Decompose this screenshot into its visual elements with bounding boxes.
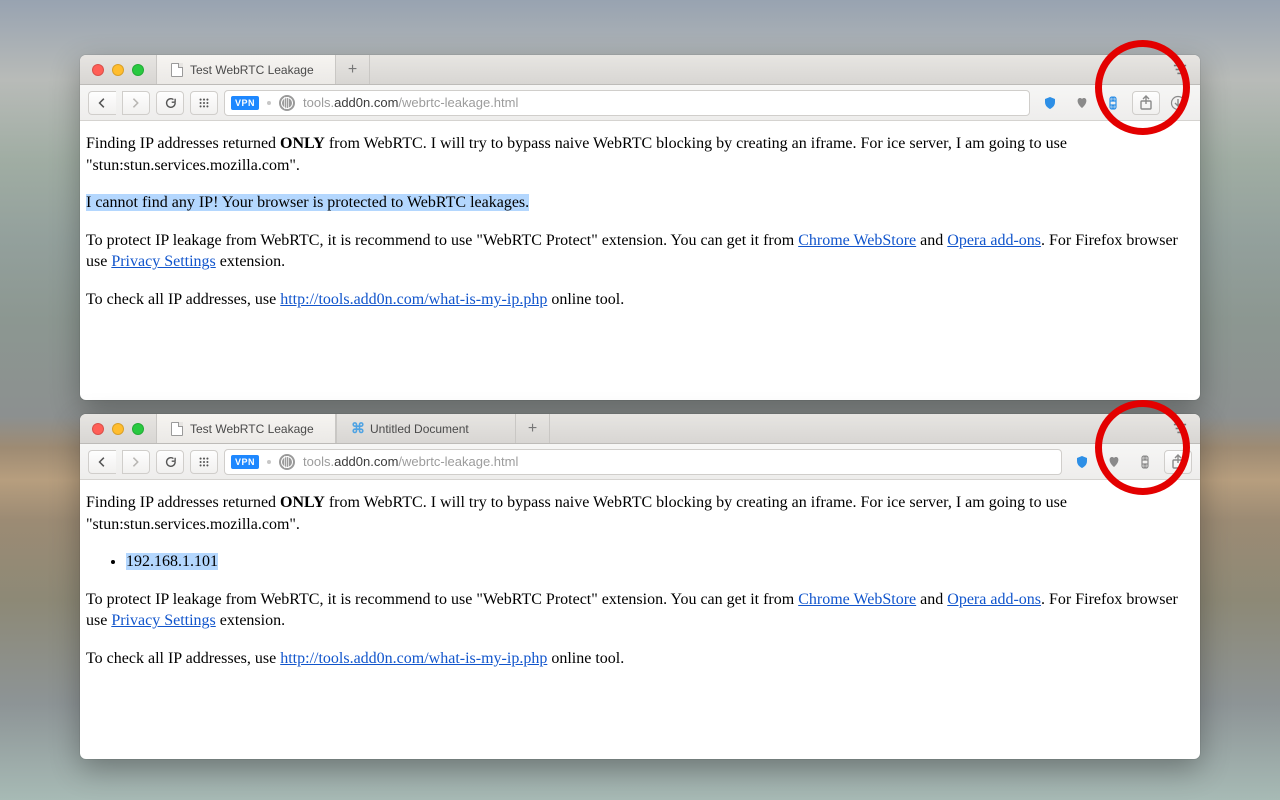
- what-is-my-ip-link[interactable]: http://tools.add0n.com/what-is-my-ip.php: [280, 291, 547, 308]
- protect-paragraph: To protect IP leakage from WebRTC, it is…: [86, 230, 1194, 273]
- window-controls: [80, 414, 156, 443]
- privacy-settings-link[interactable]: Privacy Settings: [111, 612, 215, 629]
- highlighted-ip: 192.168.1.101: [126, 553, 218, 570]
- tab-title: Test WebRTC Leakage: [190, 422, 314, 436]
- ip-list: 192.168.1.101: [110, 551, 1194, 573]
- browser-window-protected: Test WebRTC Leakage + VPN tools.add0n.co…: [80, 55, 1200, 400]
- globe-icon: [279, 95, 295, 111]
- globe-icon: [279, 454, 295, 470]
- ipcheck-paragraph: To check all IP addresses, use http://to…: [86, 648, 1194, 670]
- close-window-button[interactable]: [92, 423, 104, 435]
- result-paragraph: I cannot find any IP! Your browser is pr…: [86, 192, 1194, 214]
- opera-addons-link[interactable]: Opera add-ons: [947, 232, 1041, 249]
- ipcheck-paragraph: To check all IP addresses, use http://to…: [86, 289, 1194, 311]
- bookmark-heart-icon[interactable]: [1100, 450, 1128, 474]
- bookmark-heart-icon[interactable]: [1068, 91, 1096, 115]
- address-bar[interactable]: VPN tools.add0n.com/webrtc-leakage.html: [224, 449, 1062, 475]
- back-button[interactable]: [88, 450, 116, 474]
- separator-dot: [267, 460, 271, 464]
- file-icon: [171, 422, 183, 436]
- highlighted-result: I cannot find any IP! Your browser is pr…: [86, 194, 529, 211]
- tab-menu-button[interactable]: [1166, 414, 1194, 443]
- chrome-webstore-link[interactable]: Chrome WebStore: [798, 232, 916, 249]
- what-is-my-ip-link[interactable]: http://tools.add0n.com/what-is-my-ip.php: [280, 650, 547, 667]
- window-controls: [80, 55, 156, 84]
- share-button[interactable]: [1164, 450, 1192, 474]
- chrome-webstore-link[interactable]: Chrome WebStore: [798, 591, 916, 608]
- address-bar[interactable]: VPN tools.add0n.com/webrtc-leakage.html: [224, 90, 1030, 116]
- url-text: tools.add0n.com/webrtc-leakage.html: [303, 95, 518, 110]
- tab-inactive[interactable]: ⌘ Untitled Document: [336, 414, 516, 443]
- tab-title: Untitled Document: [370, 422, 469, 436]
- speed-dial-button[interactable]: [190, 450, 218, 474]
- toolbar-right-icons: [1068, 450, 1192, 474]
- toolbar: VPN tools.add0n.com/webrtc-leakage.html: [80, 444, 1200, 480]
- zoom-window-button[interactable]: [132, 64, 144, 76]
- intro-paragraph: Finding IP addresses returned ONLY from …: [86, 492, 1194, 535]
- page-content: Finding IP addresses returned ONLY from …: [80, 121, 1200, 339]
- extension-shield-icon[interactable]: [1036, 91, 1064, 115]
- browser-window-leaking: Test WebRTC Leakage ⌘ Untitled Document …: [80, 414, 1200, 759]
- speed-dial-button[interactable]: [190, 91, 218, 115]
- page-content: Finding IP addresses returned ONLY from …: [80, 480, 1200, 698]
- file-icon: [171, 63, 183, 77]
- toolbar-right-icons: [1036, 91, 1192, 115]
- extension-shield-icon[interactable]: [1068, 450, 1096, 474]
- list-item: 192.168.1.101: [126, 551, 1194, 573]
- intro-paragraph: Finding IP addresses returned ONLY from …: [86, 133, 1194, 176]
- zoom-window-button[interactable]: [132, 423, 144, 435]
- tab-bar: Test WebRTC Leakage ⌘ Untitled Document …: [80, 414, 1200, 444]
- back-button[interactable]: [88, 91, 116, 115]
- close-window-button[interactable]: [92, 64, 104, 76]
- opera-addons-link[interactable]: Opera add-ons: [947, 591, 1041, 608]
- opera-flow-icon[interactable]: [1132, 450, 1160, 474]
- vpn-badge[interactable]: VPN: [231, 96, 259, 110]
- protect-paragraph: To protect IP leakage from WebRTC, it is…: [86, 589, 1194, 632]
- privacy-settings-link[interactable]: Privacy Settings: [111, 253, 215, 270]
- forward-button[interactable]: [122, 450, 150, 474]
- tab-menu-button[interactable]: [1166, 55, 1194, 84]
- toolbar: VPN tools.add0n.com/webrtc-leakage.html: [80, 85, 1200, 121]
- new-tab-button[interactable]: +: [336, 55, 370, 84]
- opera-flow-icon[interactable]: [1100, 91, 1128, 115]
- vpn-badge[interactable]: VPN: [231, 455, 259, 469]
- tab-bar: Test WebRTC Leakage +: [80, 55, 1200, 85]
- forward-button[interactable]: [122, 91, 150, 115]
- minimize-window-button[interactable]: [112, 64, 124, 76]
- separator-dot: [267, 101, 271, 105]
- extension-icon: ⌘: [351, 420, 363, 437]
- tab-active[interactable]: Test WebRTC Leakage: [156, 414, 336, 443]
- reload-button[interactable]: [156, 450, 184, 474]
- url-text: tools.add0n.com/webrtc-leakage.html: [303, 454, 518, 469]
- share-button[interactable]: [1132, 91, 1160, 115]
- reload-button[interactable]: [156, 91, 184, 115]
- new-tab-button[interactable]: +: [516, 414, 550, 443]
- downloads-button[interactable]: [1164, 91, 1192, 115]
- tab-active[interactable]: Test WebRTC Leakage: [156, 55, 336, 84]
- tab-title: Test WebRTC Leakage: [190, 63, 314, 77]
- minimize-window-button[interactable]: [112, 423, 124, 435]
